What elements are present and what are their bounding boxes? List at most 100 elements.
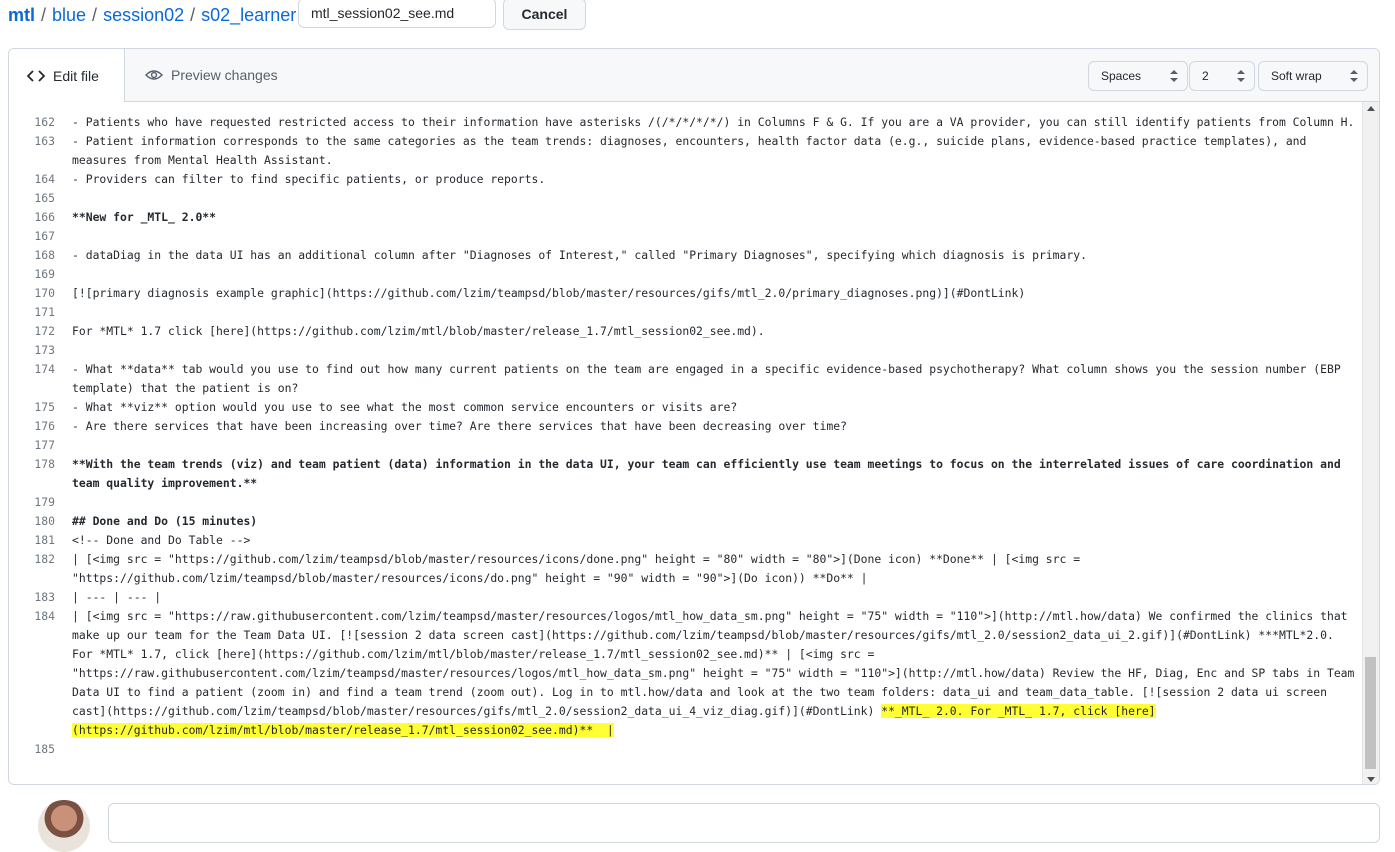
wrap-mode-value: Soft wrap [1271,69,1322,83]
code-line[interactable]: 185 [9,740,1363,759]
code-line[interactable]: 163 - Patient information corresponds to … [9,132,1363,170]
line-text [72,740,1357,759]
line-content: **New for _MTL_ 2.0** [72,210,217,224]
code-line[interactable]: 168 - dataDiag in the data UI has an addi… [9,246,1363,265]
filename-input[interactable] [298,0,496,28]
breadcrumb-blue-link[interactable]: blue [52,5,86,26]
code-line[interactable]: 172 For *MTL* 1.7 click [here](https://gi… [9,322,1363,341]
breadcrumb-separator: / [92,4,98,25]
indent-size-value: 2 [1202,69,1209,83]
line-text [72,227,1357,246]
code-line[interactable]: 162 - Patients who have requested restric… [9,113,1363,132]
line-number: 166 [34,210,55,224]
line-number: 164 [34,172,55,186]
line-number: 178 [34,457,55,471]
cancel-button[interactable]: Cancel [503,0,586,30]
scroll-down-icon[interactable] [1367,777,1375,782]
line-text: | --- | --- | [72,588,1357,607]
editor-toolbar: Edit file Preview changes Spaces 2 Soft … [9,49,1379,102]
indent-size-select[interactable]: 2 [1189,61,1255,91]
line-text: - Are there services that have been incr… [72,417,1357,436]
line-number: 181 [34,533,55,547]
line-number: 180 [34,514,55,528]
line-number: 177 [34,438,55,452]
line-content: **With the team trends (viz) and team pa… [72,457,1348,490]
line-text [72,493,1357,512]
select-arrows-icon [1237,70,1245,82]
code-line[interactable]: 177 [9,436,1363,455]
line-number: 183 [34,590,55,604]
select-arrows-icon [1350,70,1358,82]
line-text: - What **data** tab would you use to fin… [72,360,1357,398]
line-number: 185 [34,742,55,756]
indent-mode-select[interactable]: Spaces [1088,61,1188,91]
line-number: 170 [34,286,55,300]
line-number: 167 [34,229,55,243]
select-arrows-icon [1170,70,1178,82]
line-number: 173 [34,343,55,357]
code-line[interactable]: 181 <!-- Done and Do Table --> [9,531,1363,550]
line-content: - dataDiag in the data UI has an additio… [72,248,1087,262]
breadcrumb: mtl / blue / session02 / s02_learner / [8,0,313,30]
line-content: - What **data** tab would you use to fin… [72,362,1348,395]
line-text: ## Done and Do (15 minutes) [72,512,1357,531]
line-text: - Patient information corresponds to the… [72,132,1357,170]
scroll-up-icon[interactable] [1367,106,1375,111]
code-editor[interactable]: 162 - Patients who have requested restric… [9,102,1363,784]
indent-mode-value: Spaces [1101,69,1142,83]
line-content: [![primary diagnosis example graphic](ht… [72,286,1026,300]
code-line[interactable]: 183 | --- | --- | [9,588,1363,607]
breadcrumb-session02-link[interactable]: session02 [103,5,184,26]
breadcrumb-repo-link[interactable]: mtl [8,5,35,26]
line-number: 165 [34,191,55,205]
code-line[interactable]: 167 [9,227,1363,246]
line-content: For *MTL* 1.7 click [here](https://githu… [72,324,765,338]
code-line[interactable]: 179 [9,493,1363,512]
code-line[interactable]: 164 - Providers can filter to find specif… [9,170,1363,189]
code-line[interactable]: 180 ## Done and Do (15 minutes) [9,512,1363,531]
line-number: 163 [34,134,55,148]
line-text: [![primary diagnosis example graphic](ht… [72,284,1357,303]
line-text [72,341,1357,360]
code-line[interactable]: 165 [9,189,1363,208]
scrollbar-thumb[interactable] [1365,657,1376,769]
code-line[interactable]: 184 | [<img src = "https://raw.githubuser… [9,607,1363,740]
code-icon [27,69,45,82]
line-content: - What **viz** option would you use to s… [72,400,738,414]
line-number: 176 [34,419,55,433]
code-line[interactable]: 182 | [<img src = "https://github.com/lzi… [9,550,1363,588]
code-line[interactable]: 178 **With the team trends (viz) and team… [9,455,1363,493]
line-number: 179 [34,495,55,509]
line-content: | --- | --- | [72,590,162,604]
code-line[interactable]: 175 - What **viz** option would you use t… [9,398,1363,417]
commit-form [108,803,1380,843]
line-text: <!-- Done and Do Table --> [72,531,1357,550]
tab-preview-changes-label: Preview changes [171,67,278,83]
line-content: - Patient information corresponds to the… [72,134,1314,167]
code-line[interactable]: 173 [9,341,1363,360]
line-number: 175 [34,400,55,414]
tab-edit-file-label: Edit file [53,67,99,84]
code-line[interactable]: 166 **New for _MTL_ 2.0** [9,208,1363,227]
line-text: | [<img src = "https://github.com/lzim/t… [72,550,1357,588]
code-line[interactable]: 174 - What **data** tab would you use to … [9,360,1363,398]
line-content: - Patients who have requested restricted… [72,115,1355,129]
line-text [72,436,1357,455]
tab-edit-file[interactable]: Edit file [9,49,125,102]
vertical-scrollbar[interactable] [1362,102,1379,784]
line-number: 171 [34,305,55,319]
line-number: 182 [34,552,55,566]
line-content: <!-- Done and Do Table --> [72,533,251,547]
code-line[interactable]: 170 [![primary diagnosis example graphic]… [9,284,1363,303]
code-line[interactable]: 176 - Are there services that have been i… [9,417,1363,436]
line-number: 168 [34,248,55,262]
breadcrumb-s02-learner-link[interactable]: s02_learner [201,5,296,26]
tab-preview-changes[interactable]: Preview changes [145,49,278,101]
line-text: **With the team trends (viz) and team pa… [72,455,1357,493]
code-line[interactable]: 171 [9,303,1363,322]
line-text [72,265,1357,284]
wrap-mode-select[interactable]: Soft wrap [1258,61,1368,91]
avatar [38,800,90,852]
line-content: ## Done and Do (15 minutes) [72,514,258,528]
code-line[interactable]: 169 [9,265,1363,284]
